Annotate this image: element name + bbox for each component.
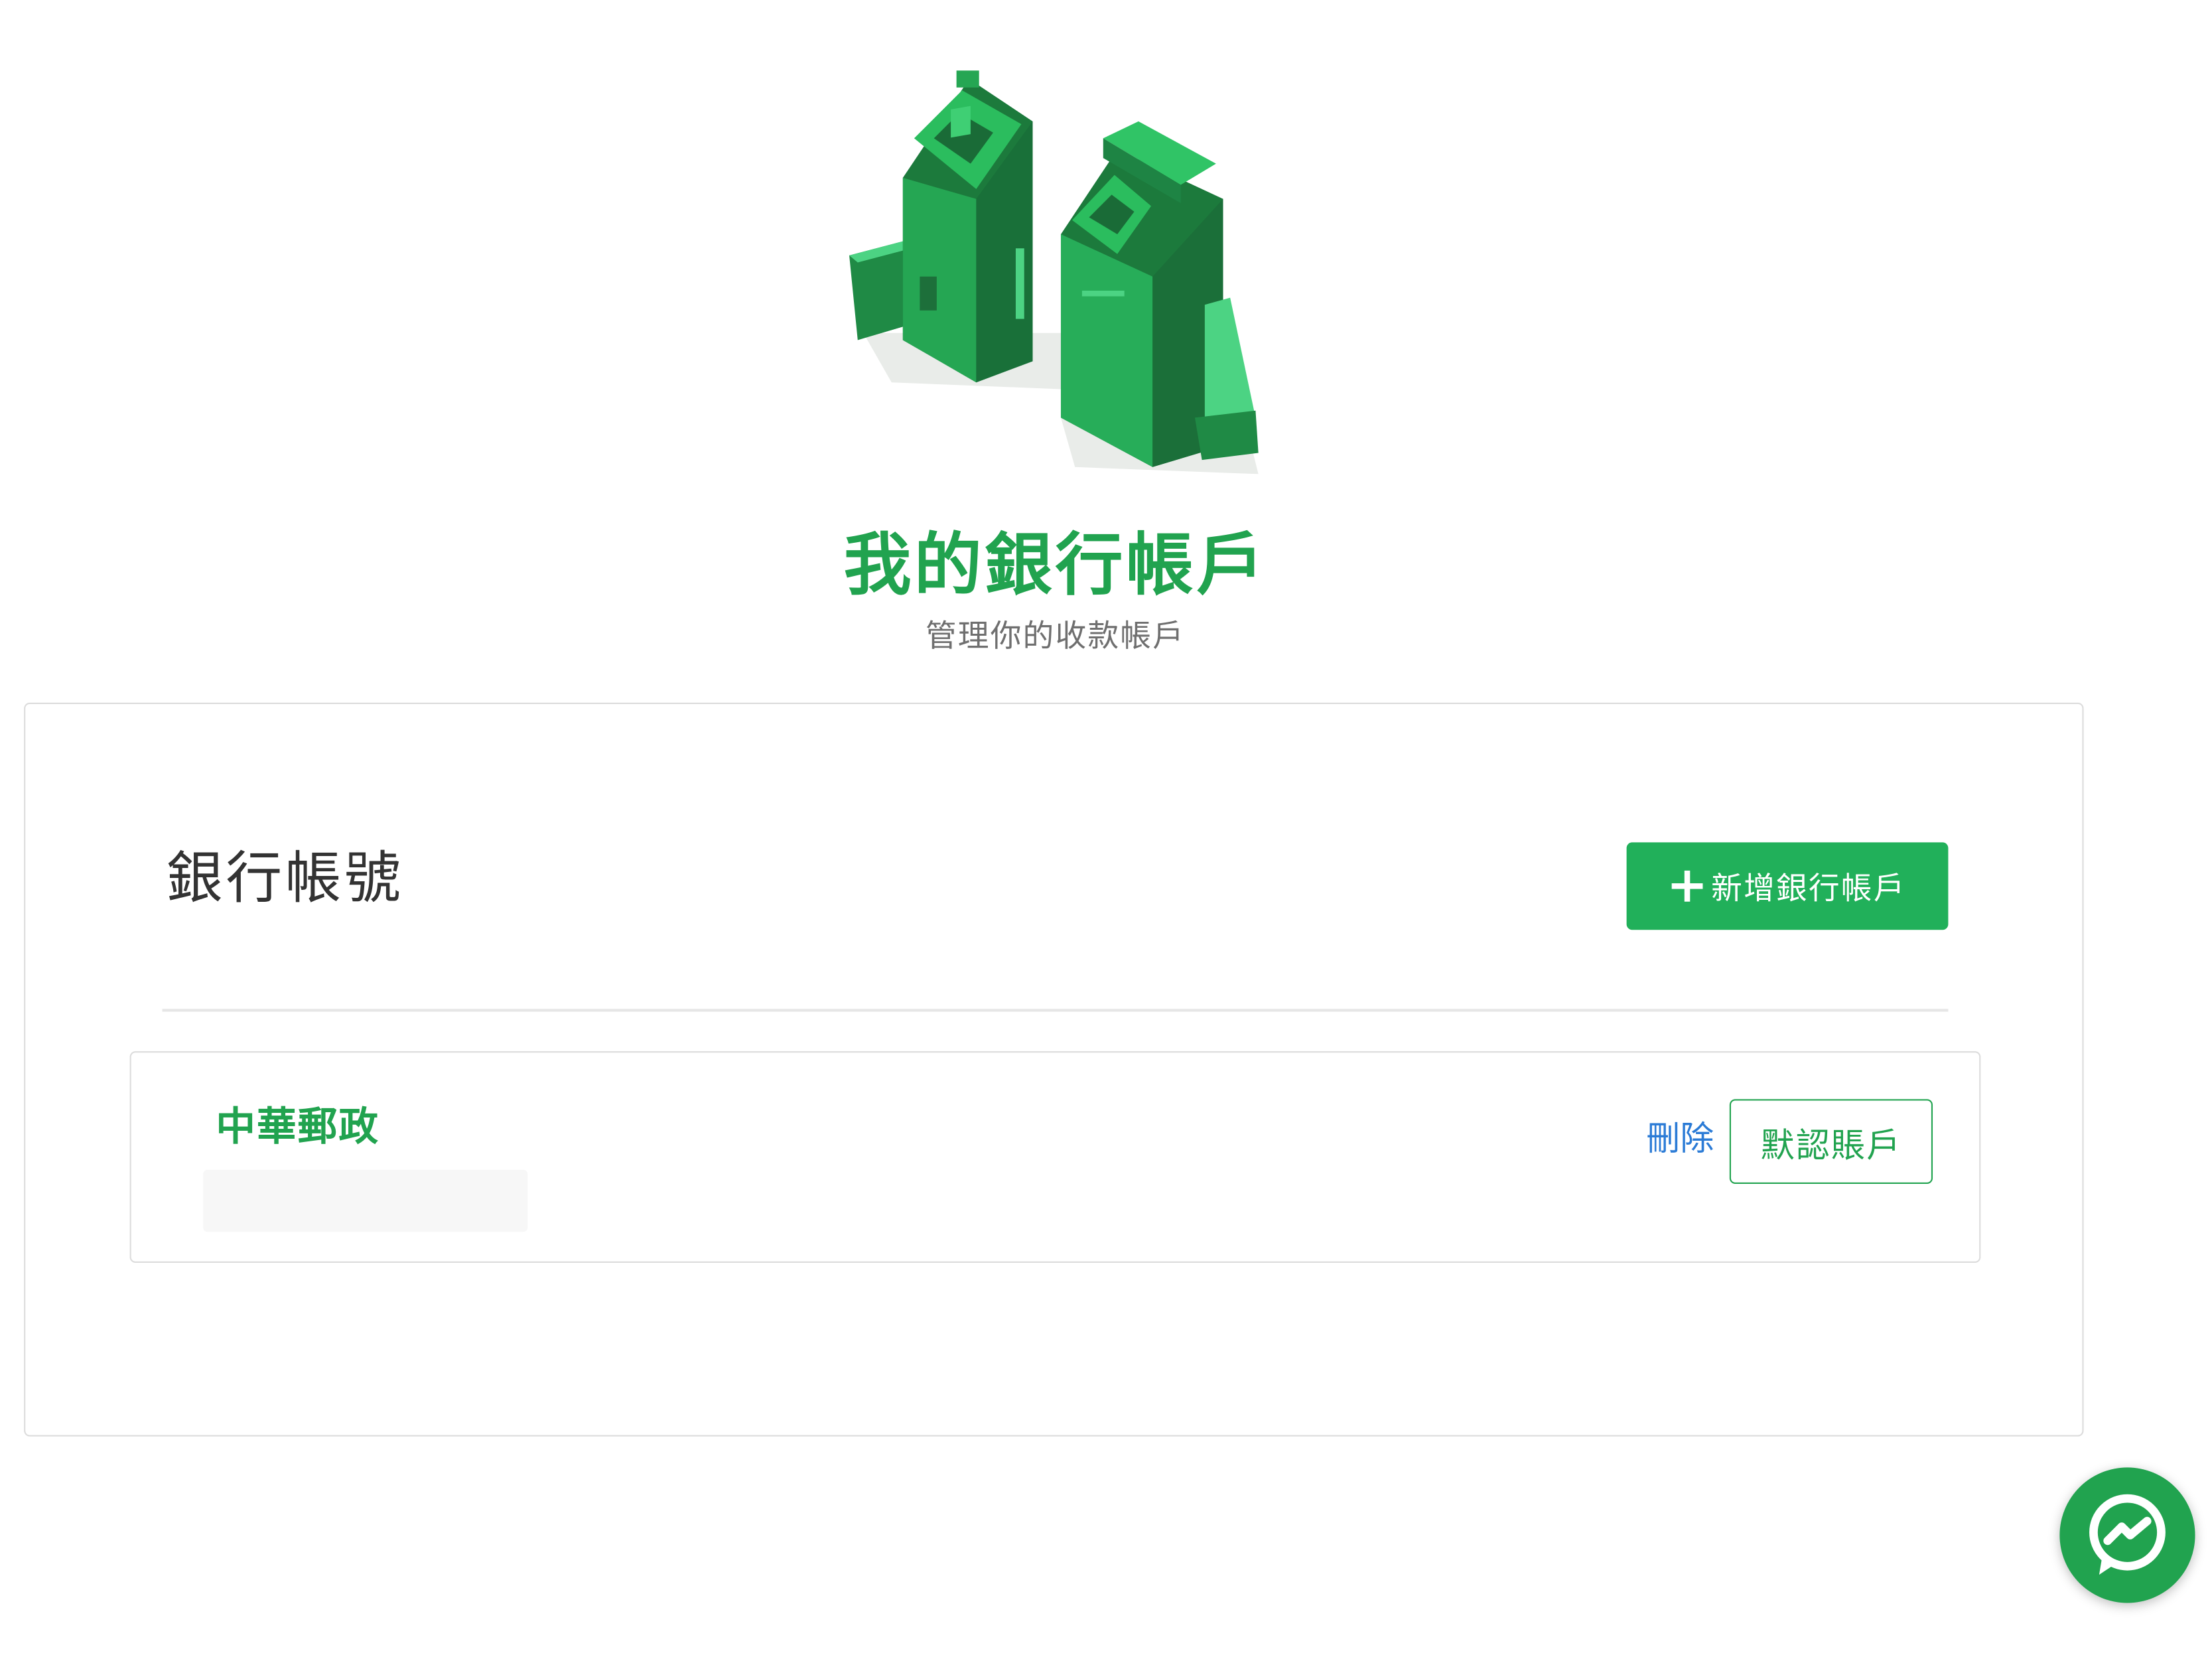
add-bank-account-button[interactable]: 新增銀行帳戶 <box>1626 842 1949 930</box>
page-subtitle: 管理你的收款帳戶 <box>925 619 1186 655</box>
section-heading: 銀行帳號 <box>166 846 404 912</box>
messenger-chat-button[interactable] <box>2059 1467 2195 1603</box>
page-title: 我的銀行帳戶 <box>843 526 1267 606</box>
set-default-account-button[interactable]: 默認賬戶 <box>1729 1099 1933 1184</box>
bank-accounts-panel: 銀行帳號 新增銀行帳戶 中華郵政 刪除 默認賬戶 <box>24 702 2084 1437</box>
page: 我的銀行帳戶 管理你的收款帳戶 銀行帳號 新增銀行帳戶 中華郵政 刪除 默認賬戶 <box>0 0 2212 1659</box>
plus-icon <box>1671 870 1703 902</box>
section-divider <box>162 1009 1949 1012</box>
bank-account-card: 中華郵政 刪除 默認賬戶 <box>129 1051 1981 1263</box>
add-bank-account-label: 新增銀行帳戶 <box>1711 872 1906 908</box>
account-number-placeholder <box>203 1169 528 1232</box>
bank-name: 中華郵政 <box>216 1103 380 1150</box>
delete-account-link[interactable]: 刪除 <box>1646 1115 1714 1163</box>
atm-machines-illustration <box>849 70 1259 474</box>
messenger-icon <box>2089 1494 2166 1575</box>
